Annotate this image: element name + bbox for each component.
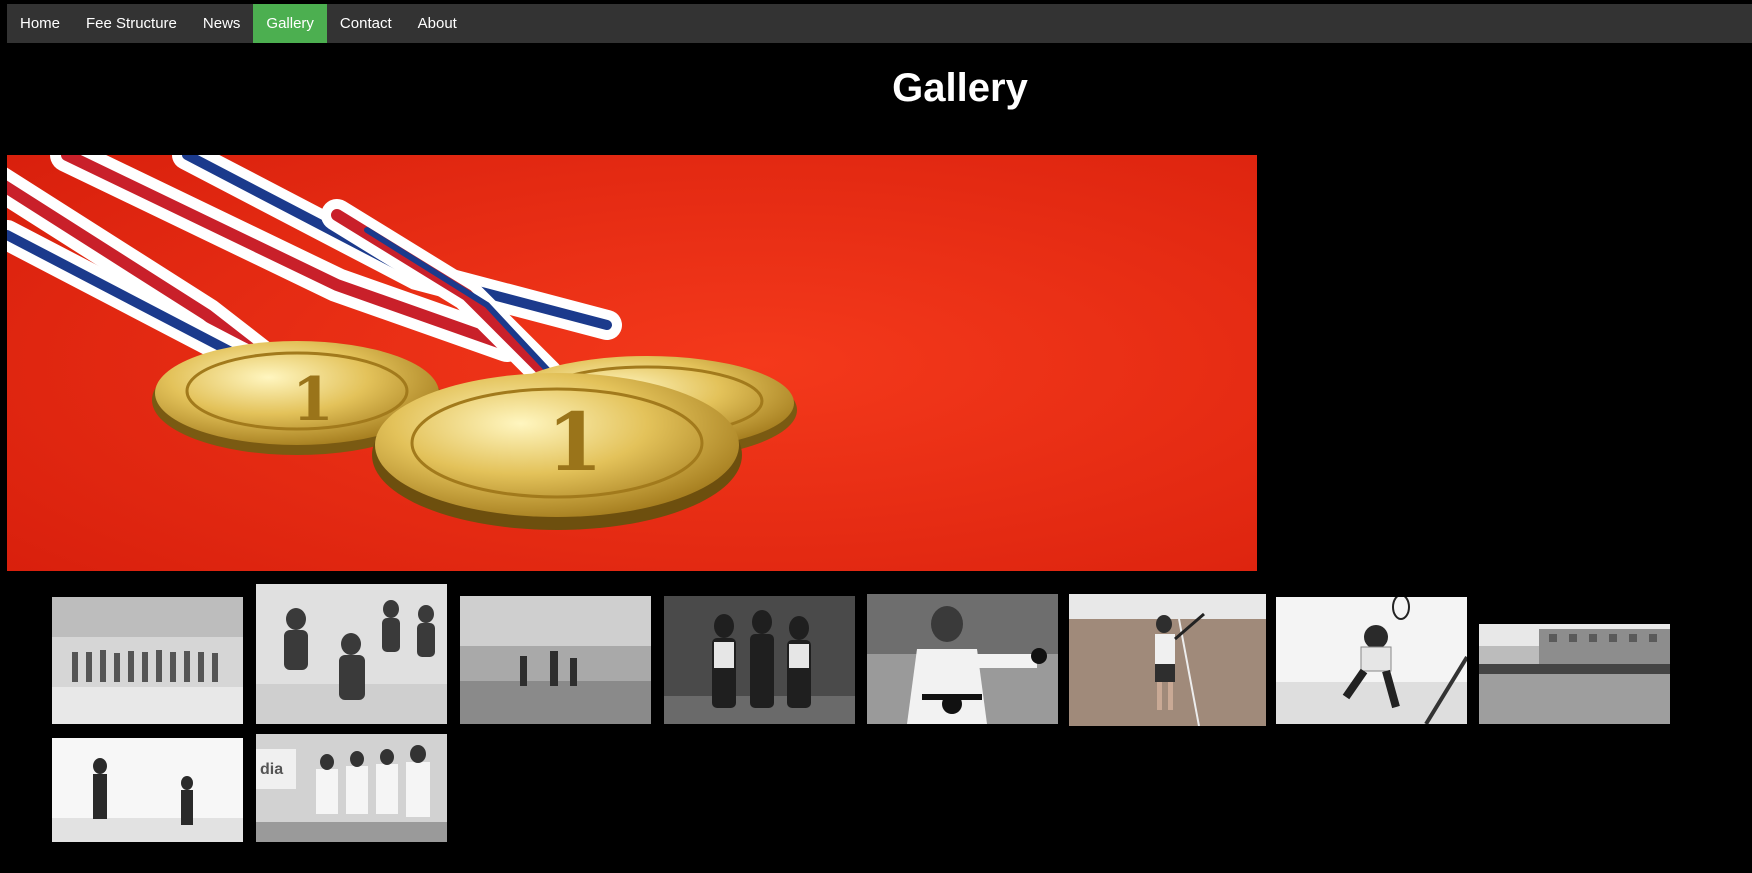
thumb-squash-player[interactable] <box>1276 597 1467 724</box>
indoor-drill-photo <box>460 596 651 724</box>
nav-contact[interactable]: Contact <box>327 4 405 43</box>
thumb-shooting-range[interactable]: dia <box>256 734 447 842</box>
nav-home[interactable]: Home <box>7 4 73 43</box>
thumb-karate-student[interactable] <box>867 594 1058 724</box>
svg-text:dia: dia <box>260 761 283 778</box>
tennis-photo <box>1069 594 1266 726</box>
gold-medals-image: 1 1 <box>7 155 1257 571</box>
thumb-boxing-practice[interactable] <box>256 584 447 724</box>
svg-text:1: 1 <box>292 365 334 435</box>
karate-photo <box>867 594 1058 724</box>
squash-pair-photo <box>52 738 243 842</box>
shooting-range-photo: dia <box>256 734 447 842</box>
thumb-gym-trainers[interactable] <box>664 596 855 724</box>
thumb-squash-court-pair[interactable] <box>52 738 243 842</box>
nav-about[interactable]: About <box>405 4 470 43</box>
page-title: Gallery <box>892 66 1028 110</box>
hero-image-gold-medals: 1 1 <box>7 155 1257 571</box>
nav-fee-structure[interactable]: Fee Structure <box>73 4 190 43</box>
school-pool-photo <box>1479 624 1670 724</box>
team-group-photo <box>52 597 243 724</box>
nav-gallery[interactable]: Gallery <box>253 4 327 43</box>
nav-news[interactable]: News <box>190 4 254 43</box>
thumb-team-group-indoor-court[interactable] <box>52 597 243 724</box>
top-navigation: Home Fee Structure News Gallery Contact … <box>7 4 1752 43</box>
gym-trainers-photo <box>664 596 855 724</box>
thumb-school-building-pool[interactable] <box>1479 624 1670 724</box>
thumb-tennis-player-clay[interactable] <box>1069 594 1266 726</box>
squash-photo <box>1276 597 1467 724</box>
boxing-photo <box>256 584 447 724</box>
svg-text:1: 1 <box>547 395 603 489</box>
thumb-indoor-court-drill[interactable] <box>460 596 651 724</box>
